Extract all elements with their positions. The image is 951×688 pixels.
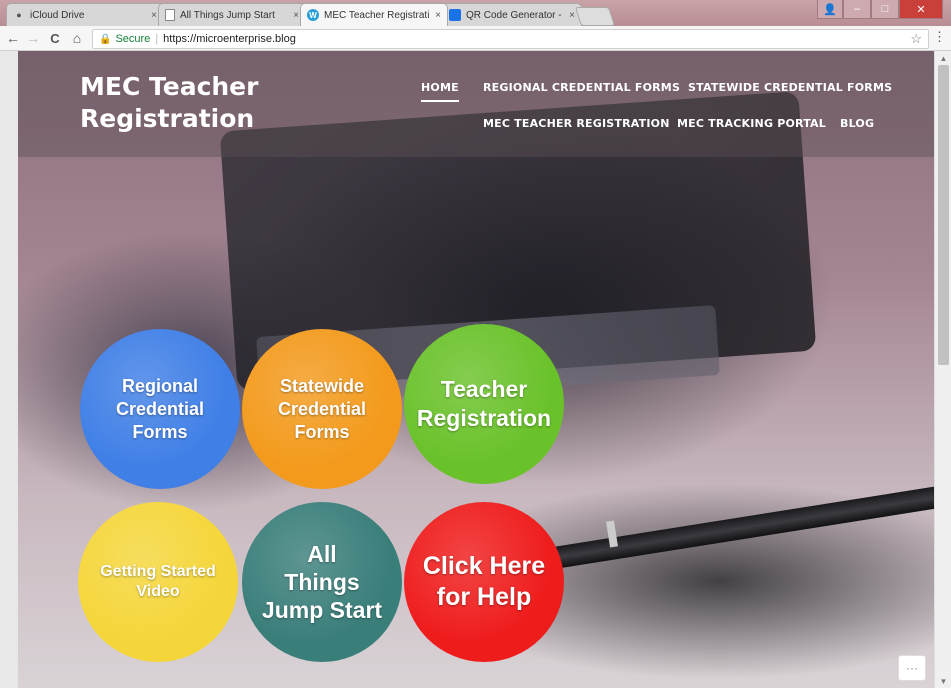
nav-blog[interactable]: BLOG	[840, 117, 874, 130]
home-icon[interactable]: ⌂	[68, 29, 86, 47]
scroll-up-arrow-icon[interactable]: ▲	[935, 51, 951, 65]
lock-icon: 🔒	[99, 33, 112, 45]
secure-label: Secure	[115, 33, 151, 45]
circle-label: Getting Started Video	[100, 563, 216, 600]
forward-arrow-icon[interactable]: →	[24, 29, 42, 47]
tab-label: iCloud Drive	[30, 9, 85, 21]
circle-label: Statewide Credential Forms	[277, 375, 367, 442]
tab-close-icon[interactable]: ×	[151, 10, 157, 21]
tab-qr-code-generator[interactable]: QR Code Generator - Cr ×	[442, 3, 582, 26]
circle-label: All Things Jump Start	[261, 541, 383, 623]
close-window-button[interactable]: ✕	[899, 0, 943, 19]
all-things-jump-start-button[interactable]: All Things Jump Start	[242, 502, 402, 662]
new-tab-button[interactable]	[574, 7, 616, 26]
circle-label: Click Here for Help	[422, 552, 546, 611]
reload-icon[interactable]: C	[46, 29, 64, 47]
tab-close-icon[interactable]: ×	[435, 10, 441, 21]
address-separator: |	[155, 33, 159, 45]
nav-mec-tracking-portal[interactable]: MEC TRACKING PORTAL	[677, 117, 826, 130]
address-bar[interactable]: 🔒 Secure | https://microenterprise.blog …	[92, 29, 929, 49]
tab-label: QR Code Generator - Cr	[466, 9, 563, 21]
qr-icon	[449, 9, 461, 21]
maximize-button[interactable]: □	[871, 0, 899, 19]
browser-menu-icon[interactable]: ⋮	[933, 29, 946, 45]
back-arrow-icon[interactable]: ←	[4, 29, 22, 47]
statewide-credential-forms-button[interactable]: Statewide Credential Forms	[242, 329, 402, 489]
scroll-down-arrow-icon[interactable]: ▼	[935, 674, 951, 688]
circle-label: Regional Credential Forms	[115, 375, 205, 442]
minimize-button[interactable]: –	[843, 0, 871, 19]
page-viewport: MEC Teacher Registration HOME REGIONAL C…	[18, 51, 934, 688]
nav-home[interactable]: HOME	[421, 81, 459, 102]
nav-regional-credential-forms[interactable]: REGIONAL CREDENTIAL FORMS	[483, 81, 680, 94]
circle-label: Teacher Registration	[416, 376, 552, 431]
tab-label: All Things Jump Start	[180, 9, 275, 21]
page-scrollbar[interactable]: ▲ ▼	[934, 51, 951, 688]
teacher-registration-button[interactable]: Teacher Registration	[404, 324, 564, 484]
tab-mec-teacher-registration[interactable]: W MEC Teacher Registratio ×	[300, 3, 448, 26]
window-controls: 👤 – □ ✕	[817, 0, 943, 19]
tab-icloud-drive[interactable]: ● iCloud Drive ×	[6, 3, 164, 26]
apple-icon: ●	[16, 10, 22, 20]
tab-strip: ● iCloud Drive × All Things Jump Start ×…	[0, 0, 951, 26]
site-title[interactable]: MEC Teacher Registration	[80, 71, 280, 135]
regional-credential-forms-button[interactable]: Regional Credential Forms	[80, 329, 240, 489]
click-here-for-help-button[interactable]: Click Here for Help	[404, 502, 564, 662]
browser-toolbar: ← → C ⌂ 🔒 Secure | https://microenterpri…	[0, 26, 951, 51]
user-icon[interactable]: 👤	[817, 0, 843, 19]
nav-mec-teacher-registration[interactable]: MEC TEACHER REGISTRATION	[483, 117, 670, 130]
more-options-button[interactable]: ···	[898, 655, 926, 681]
tab-close-icon[interactable]: ×	[293, 10, 299, 21]
url-text[interactable]: https://microenterprise.blog	[163, 33, 296, 45]
getting-started-video-button[interactable]: Getting Started Video	[78, 502, 238, 662]
nav-statewide-credential-forms[interactable]: STATEWIDE CREDENTIAL FORMS	[688, 81, 892, 94]
bookmark-star-icon[interactable]: ☆	[910, 31, 922, 47]
wordpress-icon: W	[307, 9, 319, 21]
page-icon	[165, 9, 175, 21]
tab-label: MEC Teacher Registratio	[324, 9, 430, 21]
scrollbar-thumb[interactable]	[938, 65, 949, 365]
tab-all-things-jump-start[interactable]: All Things Jump Start ×	[158, 3, 306, 26]
tab-close-icon[interactable]: ×	[569, 10, 575, 21]
